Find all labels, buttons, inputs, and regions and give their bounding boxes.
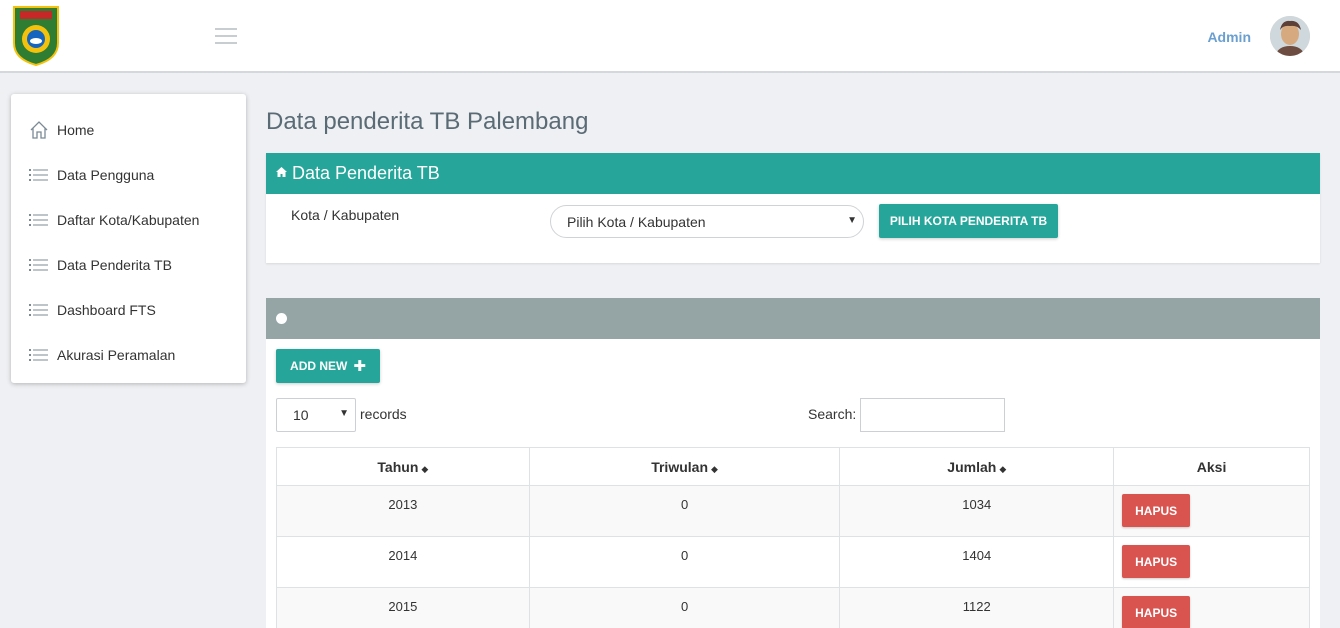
cell-triwulan: 0	[528, 587, 841, 628]
list-icon	[29, 165, 49, 185]
kota-select[interactable]: Pilih Kota / Kabupaten ▼	[550, 205, 864, 238]
pilih-kota-button[interactable]: PILIH KOTA PENDERITA TB	[879, 204, 1058, 238]
sidebar-item-data-pengguna[interactable]: Data Pengguna	[11, 152, 246, 197]
table-row: 2015 0 1122 HAPUS	[276, 587, 1310, 628]
plus-icon: ✚	[353, 358, 366, 375]
table-row: 2013 0 1034 HAPUS	[276, 485, 1310, 537]
table-panel-header	[266, 298, 1320, 339]
filter-panel-header: Data Penderita TB	[266, 153, 1320, 194]
list-icon	[29, 300, 49, 320]
cell-aksi: HAPUS	[1113, 587, 1310, 628]
list-icon	[29, 345, 49, 365]
list-icon	[29, 255, 49, 275]
sidebar-item-daftar-kota[interactable]: Daftar Kota/Kabupaten	[11, 197, 246, 242]
cell-jumlah: 1404	[839, 536, 1115, 588]
sidebar: Home Data Pengguna Daftar Kota/Kabupaten…	[11, 94, 246, 383]
filter-panel: Data Penderita TB Kota / Kabupaten Pilih…	[266, 153, 1320, 263]
hapus-button[interactable]: HAPUS	[1122, 545, 1191, 578]
table-header-row: Tahun ◆ Triwulan ◆ Jumlah ◆ Aksi	[276, 447, 1310, 486]
sidebar-item-label: Daftar Kota/Kabupaten	[57, 211, 200, 228]
sidebar-item-label: Dashboard FTS	[57, 301, 156, 318]
cell-jumlah: 1122	[839, 587, 1115, 628]
sidebar-item-label: Data Pengguna	[57, 166, 155, 183]
sidebar-item-label: Home	[57, 121, 95, 138]
filter-panel-title: Data Penderita TB	[292, 163, 440, 183]
sidebar-item-home[interactable]: Home	[11, 107, 246, 152]
search-label: Search:	[808, 406, 857, 422]
sidebar-item-dashboard-fts[interactable]: Dashboard FTS	[11, 287, 246, 332]
caret-down-icon: ▼	[339, 408, 349, 419]
cell-jumlah: 1034	[839, 485, 1115, 537]
home-icon	[276, 167, 287, 180]
cell-tahun: 2013	[276, 485, 530, 537]
hapus-button[interactable]: HAPUS	[1122, 494, 1191, 527]
add-new-button[interactable]: ADD NEW ✚	[276, 349, 380, 383]
kota-label: Kota / Kabupaten	[291, 207, 400, 223]
cell-tahun: 2015	[276, 587, 530, 628]
avatar[interactable]	[1270, 16, 1310, 56]
sidebar-item-label: Data Penderita TB	[57, 256, 172, 273]
column-header-aksi: Aksi	[1113, 447, 1310, 486]
page-title: Data penderita TB Palembang	[266, 108, 589, 135]
cell-aksi: HAPUS	[1113, 536, 1310, 588]
sidebar-item-label: Akurasi Peramalan	[57, 346, 176, 363]
hapus-button[interactable]: HAPUS	[1122, 596, 1191, 628]
table-row: 2014 0 1404 HAPUS	[276, 536, 1310, 588]
page-length-value: 10	[293, 407, 309, 423]
cell-triwulan: 0	[528, 536, 841, 588]
cell-aksi: HAPUS	[1113, 485, 1310, 537]
column-header-jumlah[interactable]: Jumlah ◆	[839, 447, 1115, 486]
column-header-triwulan[interactable]: Triwulan ◆	[528, 447, 841, 486]
table-panel: ADD NEW ✚ 10 ▼ records Search: Tahun ◆ Tr…	[266, 298, 1320, 628]
add-new-label: ADD NEW	[290, 359, 348, 373]
page-length-select[interactable]: 10 ▼	[276, 398, 356, 432]
column-header-tahun[interactable]: Tahun ◆	[276, 447, 530, 486]
sort-icon: ◆	[999, 463, 1007, 474]
top-bar: Admin	[0, 0, 1340, 73]
hamburger-icon[interactable]	[215, 28, 237, 44]
globe-icon	[276, 313, 287, 324]
search-input[interactable]	[860, 398, 1005, 432]
caret-down-icon: ▼	[847, 215, 857, 226]
cell-triwulan: 0	[528, 485, 841, 537]
admin-username[interactable]: Admin	[1207, 29, 1251, 45]
list-icon	[29, 210, 49, 230]
records-label: records	[360, 406, 407, 422]
data-table: Tahun ◆ Triwulan ◆ Jumlah ◆ Aksi 2013 0 103…	[276, 447, 1310, 628]
sort-icon: ◆	[421, 463, 429, 474]
home-icon	[29, 120, 49, 140]
sidebar-item-akurasi[interactable]: Akurasi Peramalan	[11, 332, 246, 377]
logo[interactable]	[10, 3, 62, 67]
sort-icon: ◆	[711, 463, 718, 474]
kota-select-value: Pilih Kota / Kabupaten	[567, 213, 706, 230]
cell-tahun: 2014	[276, 536, 530, 588]
sidebar-item-data-penderita[interactable]: Data Penderita TB	[11, 242, 246, 287]
